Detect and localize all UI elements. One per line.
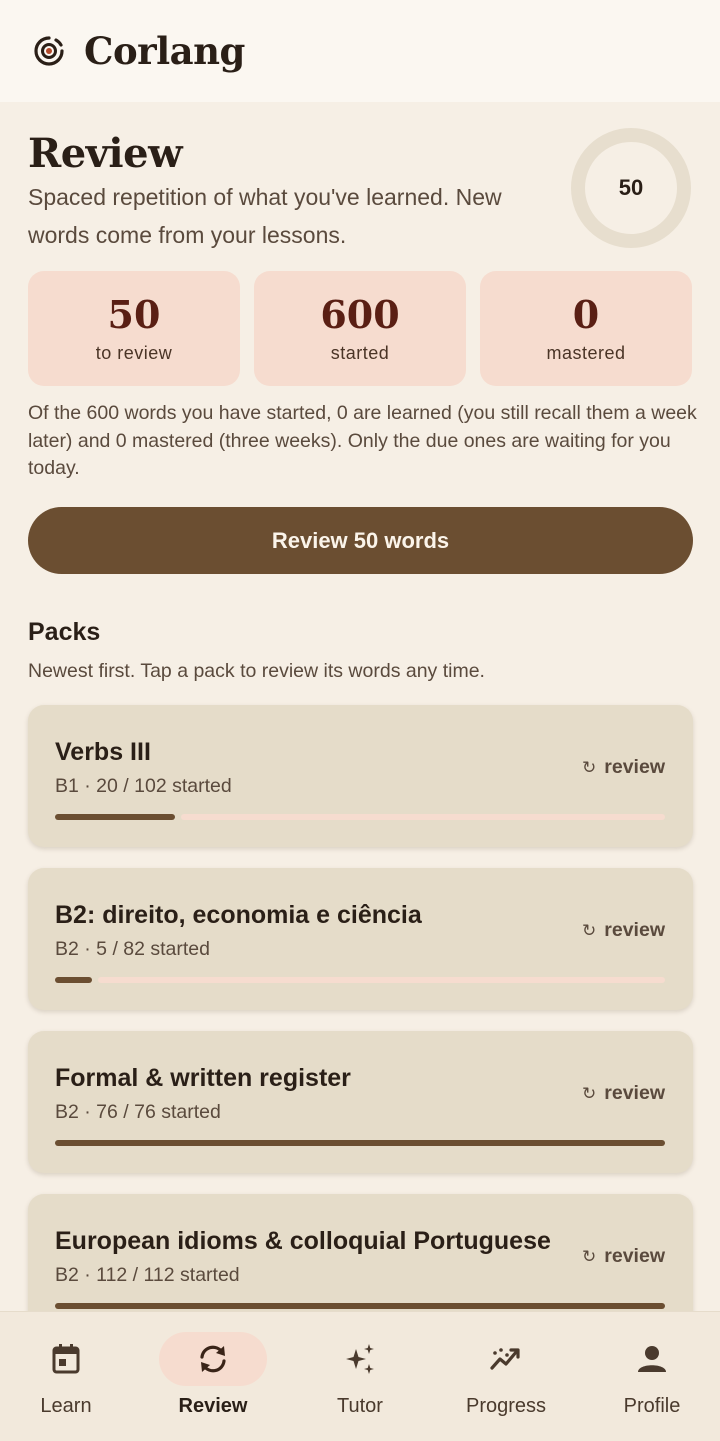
bottom-navigation: Learn Review Tutor Progress Profile [0,1311,720,1441]
review-words-button[interactable]: Review 50 words [28,507,693,574]
review-screen: Review Spaced repetition of what you've … [0,102,720,1311]
pack-progress-bar [55,814,665,820]
pack-progress-bar [55,1303,665,1309]
pack-name: European idioms & colloquial Portuguese [55,1227,551,1255]
pack-review-label: review [604,919,665,941]
stat-value: 0 [572,292,600,337]
nav-label: Learn [40,1395,92,1417]
pack-review-label: review [604,1245,665,1267]
pack-card[interactable]: European idioms & colloquial Portuguese … [28,1194,693,1311]
stat-label: started [330,343,390,363]
review-explanation: Of the 600 words you have started, 0 are… [28,402,697,479]
pack-review-button[interactable]: ↻ review [582,919,665,942]
nav-pill [306,1332,414,1386]
nav-pill [12,1332,120,1386]
stat-value: 50 [107,292,161,337]
nav-pill [598,1332,706,1386]
trend-icon [490,1348,520,1370]
stat-label: to review [95,343,173,363]
packs-subtitle: Newest first. Tap a pack to review its w… [28,660,485,682]
pack-progress-bar [55,977,665,983]
nav-pill [452,1332,560,1386]
nav-pill [159,1332,267,1386]
pack-review-label: review [604,1082,665,1104]
nav-item-learn[interactable]: Learn [0,1312,138,1441]
page-title: Review [28,130,183,177]
stat-mastered: 0 mastered [480,271,692,386]
stat-value: 600 [320,292,400,337]
sync-icon [200,1345,226,1373]
nav-item-review[interactable]: Review [141,1312,285,1441]
logo-icon [34,36,64,66]
nav-item-progress[interactable]: Progress [434,1312,578,1441]
nav-label: Progress [465,1395,547,1417]
pack-name: B2: direito, economia e ciência [55,901,422,929]
stat-to-review: 50 to review [28,271,240,386]
pack-meta: B1 · 20 / 102 started [55,775,232,797]
pack-card[interactable]: Formal & written register B2 · 76 / 76 s… [28,1031,693,1173]
packs-heading: Packs [28,618,101,646]
due-count: 50 [618,175,644,200]
pack-meta: B2 · 76 / 76 started [55,1101,221,1123]
nav-item-profile[interactable]: Profile [580,1312,720,1441]
sparkles-icon [346,1344,374,1374]
pack-progress-bar [55,1140,665,1146]
page-subtitle: Spaced repetition of what you've learned… [28,184,502,248]
progress-track [181,814,665,820]
pack-review-button[interactable]: ↻ review [582,1245,665,1268]
pack-review-button[interactable]: ↻ review [582,1082,665,1105]
pack-meta: B2 · 5 / 82 started [55,938,211,960]
pack-card[interactable]: B2: direito, economia e ciência B2 · 5 /… [28,868,693,1010]
pack-review-button[interactable]: ↻ review [582,756,665,779]
nav-label: Profile [623,1395,681,1417]
nav-item-tutor[interactable]: Tutor [288,1312,432,1441]
stat-started: 600 started [254,271,466,386]
nav-label: Tutor [337,1395,383,1417]
progress-fill [55,814,175,820]
progress-track [98,977,665,983]
calendar-icon [52,1344,80,1374]
refresh-icon: ↻ [582,1083,597,1103]
pack-name: Formal & written register [55,1064,351,1092]
refresh-icon: ↻ [582,757,597,777]
app-title: Corlang [84,29,245,73]
person-icon [638,1346,666,1372]
refresh-icon: ↻ [582,1246,597,1266]
nav-label: Review [178,1395,248,1417]
refresh-icon: ↻ [582,920,597,940]
pack-card[interactable]: Verbs III B1 · 20 / 102 started ↻ review [28,705,693,847]
progress-fill [55,1303,665,1309]
pack-name: Verbs III [55,738,151,766]
progress-fill [55,1140,665,1146]
top-app-bar: Corlang [0,0,720,102]
stat-label: mastered [546,343,626,363]
progress-fill [55,977,92,983]
pack-review-label: review [604,756,665,778]
pack-meta: B2 · 112 / 112 started [55,1264,240,1286]
